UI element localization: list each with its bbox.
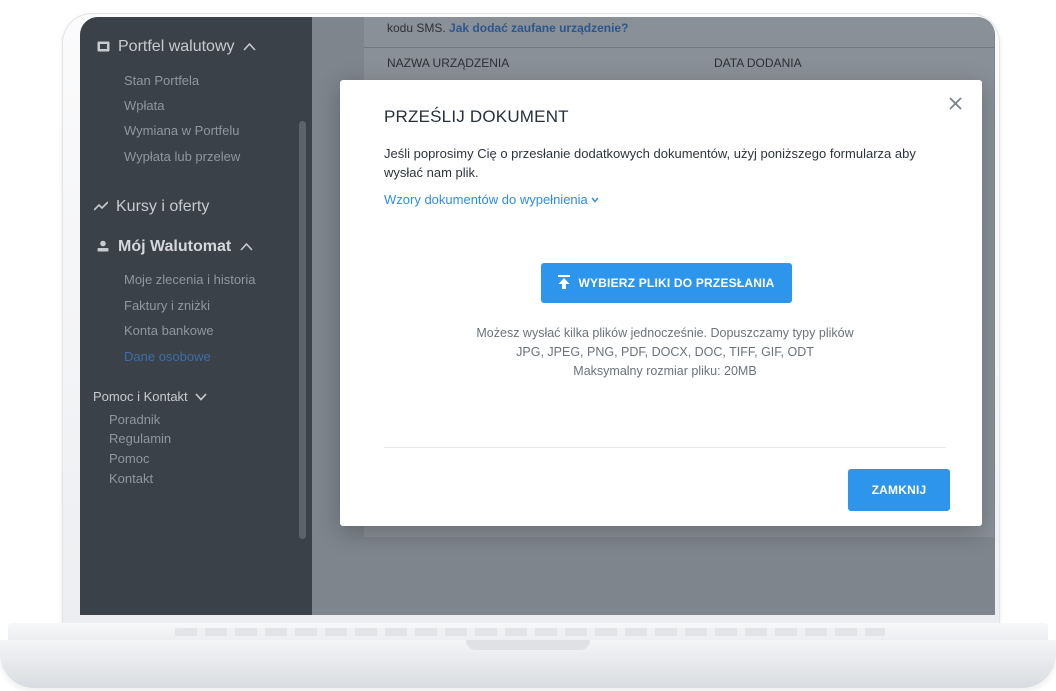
modal-title: PRZEŚLIJ DOKUMENT <box>384 107 569 126</box>
sidebar-item-bank-accounts[interactable]: Konta bankowe <box>124 323 214 338</box>
laptop-screen: Portfel walutowy Stan Portfela Wpłata Wy… <box>80 17 995 615</box>
sms-hint: kodu SMS. Jak dodać zaufane urządzenie? <box>387 21 628 35</box>
chevron-up-icon <box>239 240 253 254</box>
sidebar-item-exchange[interactable]: Wymiana w Portfelu <box>124 123 239 138</box>
choose-files-label: WYBIERZ PLIKI DO PRZESŁANIA <box>578 276 775 290</box>
sidebar-item-guide[interactable]: Poradnik <box>109 412 160 427</box>
sidebar-item-personal-data[interactable]: Dane osobowe <box>124 349 211 364</box>
upload-document-modal: PRZEŚLIJ DOKUMENT Jeśli poprosimy Cię o … <box>340 80 982 526</box>
sidebar-section-label: Kursy i oferty <box>116 198 210 215</box>
sidebar-item-withdrawal[interactable]: Wypłata lub przelew <box>124 149 240 164</box>
sidebar-section-label: Pomoc i Kontakt <box>93 389 188 404</box>
templates-link-label: Wzory dokumentów do wypełnienia <box>384 192 588 207</box>
sidebar-section-help[interactable]: Pomoc i Kontakt <box>93 389 208 404</box>
sidebar-section-label: Mój Walutomat <box>118 238 232 255</box>
upload-requirements: Możesz wysłać kilka plików jednocześnie.… <box>384 324 946 381</box>
chevron-down-icon <box>194 390 208 404</box>
sidebar-item-orders[interactable]: Moje zlecenia i historia <box>124 272 256 287</box>
close-button[interactable]: ZAMKNIJ <box>848 469 950 511</box>
sms-hint-text: kodu SMS. <box>387 21 446 35</box>
modal-description: Jeśli poprosimy Cię o przesłanie dodatko… <box>384 146 916 180</box>
laptop-keyboard-edge <box>175 628 885 636</box>
sidebar-section-rates[interactable]: Kursy i oferty <box>93 198 210 216</box>
sidebar-item-wallet-status[interactable]: Stan Portfela <box>124 73 199 88</box>
upload-info-filetypes: JPG, JPEG, PNG, PDF, DOCX, DOC, TIFF, GI… <box>516 345 814 359</box>
sidebar: Portfel walutowy Stan Portfela Wpłata Wy… <box>80 17 312 615</box>
column-header-device: NAZWA URZĄDZENIA <box>387 56 510 70</box>
chevron-up-icon <box>243 40 257 54</box>
choose-files-button[interactable]: WYBIERZ PLIKI DO PRZESŁANIA <box>541 263 792 303</box>
sidebar-item-help[interactable]: Pomoc <box>109 451 149 466</box>
sidebar-item-deposit[interactable]: Wpłata <box>124 98 164 113</box>
trusted-device-link[interactable]: Jak dodać zaufane urządzenie? <box>449 21 628 35</box>
upload-info-max-size: Maksymalny rozmiar pliku: 20MB <box>573 364 757 378</box>
sidebar-item-contact[interactable]: Kontakt <box>109 471 153 486</box>
upload-icon <box>558 274 571 292</box>
sidebar-section-wallet[interactable]: Portfel walutowy <box>96 38 257 56</box>
sidebar-section-account[interactable]: Mój Walutomat <box>96 238 253 256</box>
sidebar-item-terms[interactable]: Regulamin <box>109 431 171 446</box>
modal-divider <box>384 447 946 448</box>
upload-info-multiple: Możesz wysłać kilka plików jednocześnie.… <box>476 326 854 340</box>
sidebar-item-invoices[interactable]: Faktury i zniżki <box>124 298 210 313</box>
laptop-notch <box>466 640 590 650</box>
chevron-down-icon <box>591 195 599 205</box>
wallet-icon <box>96 40 110 54</box>
user-icon <box>96 240 110 254</box>
table-divider <box>364 47 994 48</box>
trend-icon <box>93 200 109 214</box>
sidebar-scrollbar[interactable] <box>299 121 306 539</box>
close-icon[interactable] <box>946 95 964 113</box>
sidebar-section-label: Portfel walutowy <box>118 38 235 55</box>
column-header-date: DATA DODANIA <box>714 56 802 70</box>
templates-dropdown-link[interactable]: Wzory dokumentów do wypełnienia <box>384 192 599 207</box>
